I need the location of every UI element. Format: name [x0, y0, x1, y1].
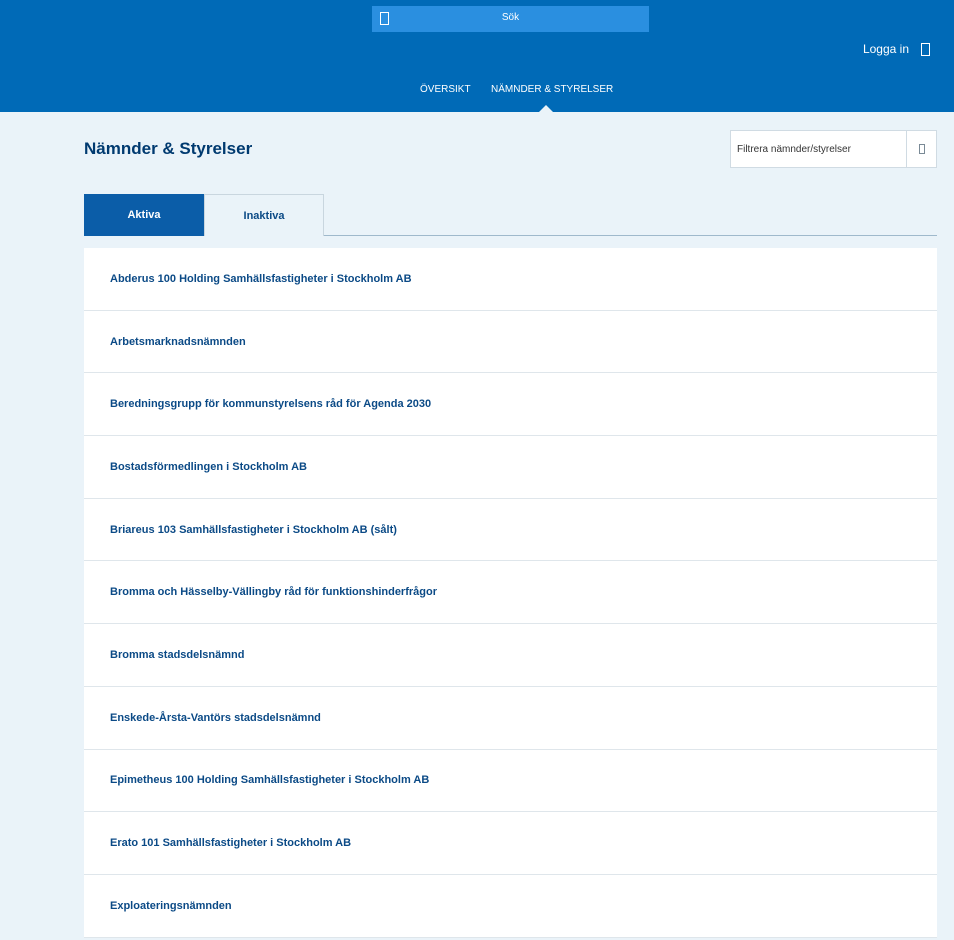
tab-bar: Aktiva Inaktiva — [84, 194, 937, 236]
search-label: Sök — [501, 12, 520, 23]
filter-icon — [918, 144, 925, 154]
nav-boards[interactable]: NÄMNDER & STYRELSER — [491, 84, 613, 95]
list-item-label: Beredningsgrupp för kommunstyrelsens råd… — [110, 398, 432, 411]
list-item[interactable]: Erato 101 Samhällsfastigheter i Stockhol… — [84, 812, 937, 875]
list-item[interactable]: Beredningsgrupp för kommunstyrelsens råd… — [84, 373, 937, 437]
list-item[interactable]: Bromma stadsdelsnämnd — [84, 624, 937, 687]
list-item[interactable]: Abderus 100 Holding Samhällsfastigheter … — [84, 248, 937, 311]
list-item-label: Enskede-Årsta-Vantörs stadsdelsnämnd — [110, 711, 321, 724]
list-item[interactable]: Bostadsförmedlingen i Stockholm AB — [84, 436, 937, 499]
list-item-label: Arbetsmarknadsnämnden — [110, 335, 246, 348]
list-item-label: Exploateringsnämnden — [110, 899, 232, 912]
list-item[interactable]: Bromma och Hässelby-Vällingby råd för fu… — [84, 561, 937, 625]
list-item[interactable]: Enskede-Årsta-Vantörs stadsdelsnämnd — [84, 686, 937, 750]
list-item[interactable]: Arbetsmarknadsnämnden — [84, 310, 937, 374]
filter-button[interactable] — [906, 131, 936, 167]
list-item-label: Bostadsförmedlingen i Stockholm AB — [110, 460, 308, 473]
filter-box — [730, 130, 937, 168]
tab-inactive[interactable]: Inaktiva — [204, 194, 324, 236]
login-label: Logga in — [862, 42, 909, 56]
main-nav: ÖVERSIKT NÄMNDER & STYRELSER — [0, 84, 954, 112]
search-button[interactable]: Sök — [372, 6, 649, 32]
page-title: Nämnder & Styrelser — [84, 139, 253, 158]
filter-input[interactable] — [731, 131, 906, 167]
list-item-label: Abderus 100 Holding Samhällsfastigheter … — [110, 272, 412, 285]
list-item-label: Bromma stadsdelsnämnd — [110, 648, 245, 661]
list-item-label: Erato 101 Samhällsfastigheter i Stockhol… — [110, 837, 352, 850]
list-item-label: Epimetheus 100 Holding Samhällsfastighet… — [110, 774, 430, 787]
tab-active[interactable]: Aktiva — [84, 194, 204, 236]
list-item[interactable]: Briareus 103 Samhällsfastigheter i Stock… — [84, 498, 937, 562]
list-item[interactable]: Epimetheus 100 Holding Samhällsfastighet… — [84, 749, 937, 813]
board-list: Abderus 100 Holding Samhällsfastigheter … — [84, 248, 937, 938]
list-item-label: Briareus 103 Samhällsfastigheter i Stock… — [110, 523, 397, 536]
login-icon — [921, 42, 930, 56]
list-item-label: Bromma och Hässelby-Vällingby råd för fu… — [110, 586, 437, 599]
login-link[interactable]: Logga in — [863, 40, 930, 58]
nav-overview[interactable]: ÖVERSIKT — [420, 84, 471, 95]
list-item[interactable]: Exploateringsnämnden — [84, 874, 937, 938]
top-bar: Sök Logga in ÖVERSIKT NÄMNDER & STYRELSE… — [0, 0, 954, 112]
nav-active-indicator — [539, 105, 553, 112]
